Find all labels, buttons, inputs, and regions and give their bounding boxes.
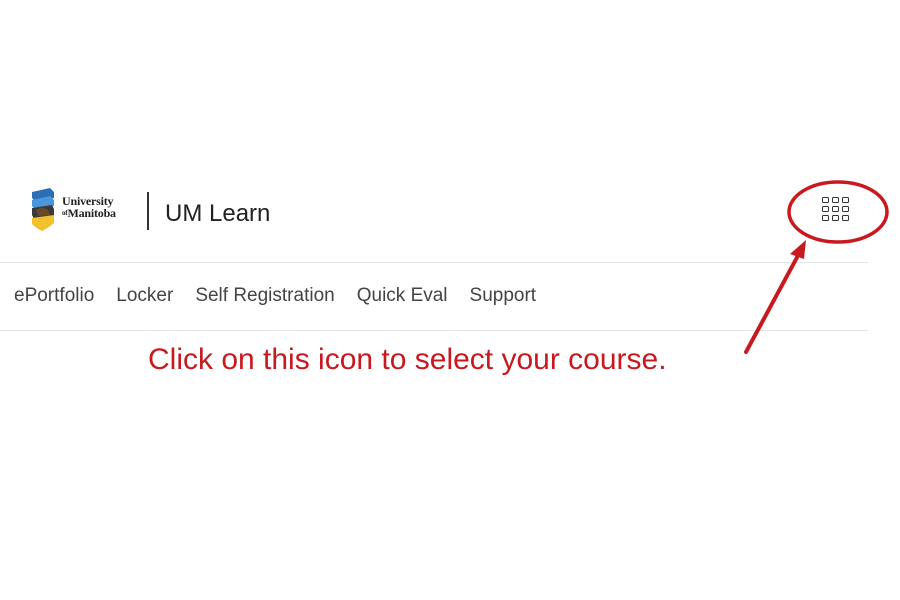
course-selector-button[interactable] (820, 195, 854, 229)
annotation-arrow-shaft (744, 248, 803, 354)
wordmark-line2: ofManitoba (62, 207, 116, 219)
annotation-text: Click on this icon to select your course… (148, 343, 667, 376)
nav-item-eportfolio[interactable]: ePortfolio (14, 283, 94, 309)
nav-item-support[interactable]: Support (470, 283, 537, 309)
grid-dot (822, 197, 829, 203)
nav-item-quick-eval[interactable]: Quick Eval (357, 283, 448, 309)
grid-dot (832, 197, 839, 203)
grid-dot (832, 206, 839, 212)
navbar: ePortfolio Locker Self Registration Quic… (14, 283, 536, 309)
grid-dot (822, 215, 829, 221)
page: University ofManitoba UM Learn ePortfoli… (0, 0, 900, 600)
wordmark-manitoba: Manitoba (67, 206, 116, 220)
grid-dot (822, 206, 829, 212)
logo-divider (147, 192, 149, 230)
university-crest-icon (32, 188, 54, 231)
grid-dot (842, 197, 849, 203)
nav-divider (0, 330, 868, 331)
grid-dot (842, 215, 849, 221)
grid-dot (832, 215, 839, 221)
header-divider (0, 262, 868, 263)
university-wordmark[interactable]: University ofManitoba (62, 195, 116, 219)
nav-item-self-registration[interactable]: Self Registration (195, 283, 334, 309)
header-bar: University ofManitoba UM Learn (0, 168, 870, 260)
app-title[interactable]: UM Learn (165, 200, 270, 228)
nav-item-locker[interactable]: Locker (116, 283, 173, 309)
grid-dot (842, 206, 849, 212)
